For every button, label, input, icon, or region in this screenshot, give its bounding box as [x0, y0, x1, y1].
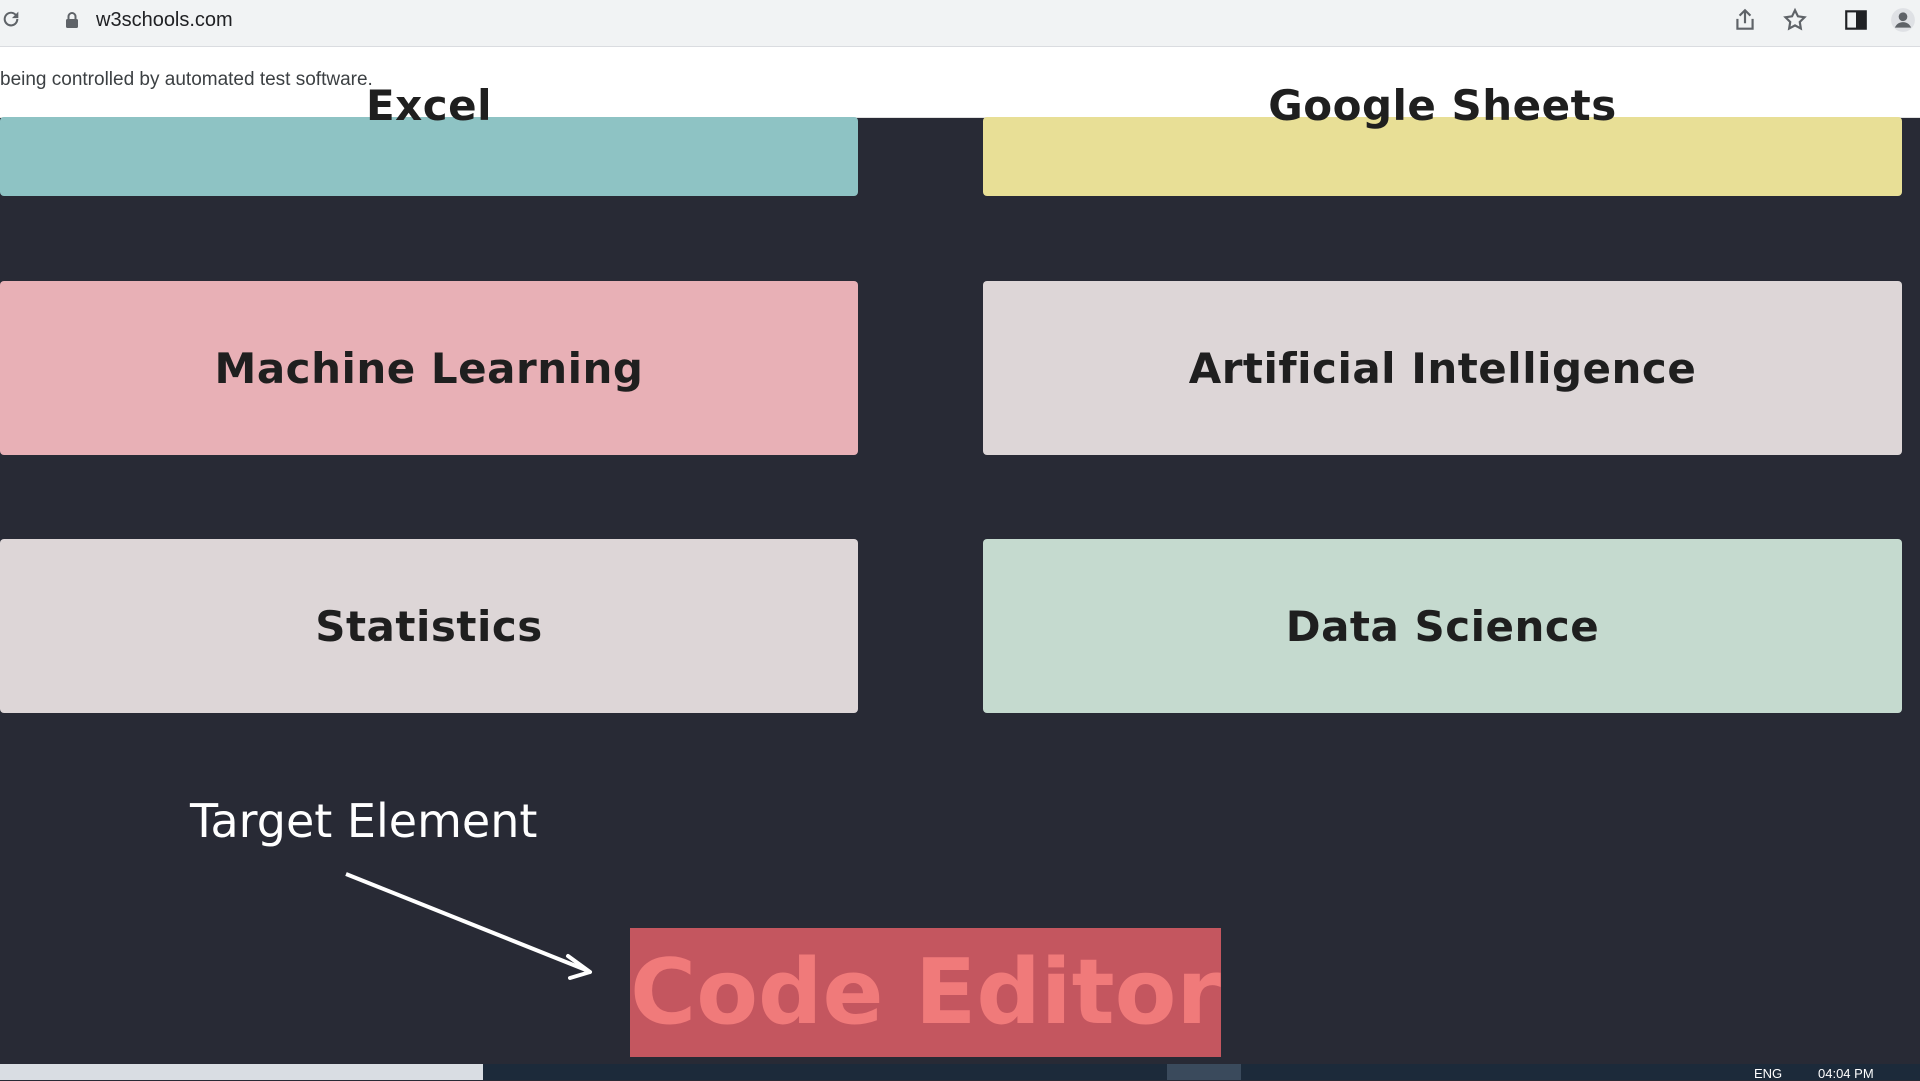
code-editor-button[interactable]: Code Editor: [630, 928, 1221, 1057]
url-text[interactable]: w3schools.com: [96, 9, 233, 32]
tile-statistics[interactable]: Statistics: [0, 539, 858, 713]
star-icon[interactable]: [1782, 7, 1808, 33]
tile-excel-label: Excel: [365, 81, 493, 130]
taskbar: ENG 04:04 PM: [0, 1064, 1920, 1081]
tile-statistics-label: Statistics: [315, 601, 543, 651]
lock-icon[interactable]: [64, 11, 80, 29]
address-bar[interactable]: w3schools.com: [44, 2, 1824, 38]
tile-google-sheets[interactable]: Google Sheets: [983, 81, 1902, 196]
tray-clock[interactable]: 04:04 PM: [1818, 1066, 1874, 1081]
code-editor-label: Code Editor: [630, 940, 1221, 1045]
tile-machine-learning-label: Machine Learning: [214, 343, 644, 393]
share-icon[interactable]: [1732, 7, 1758, 33]
tile-data-science[interactable]: Data Science: [983, 539, 1902, 713]
browser-toolbar: w3schools.com: [0, 0, 1920, 47]
automation-infobar: being controlled by automated test softw…: [0, 47, 1920, 118]
tile-artificial-intelligence[interactable]: Artificial Intelligence: [983, 281, 1902, 455]
reload-icon[interactable]: [0, 8, 22, 30]
annotation-arrow-icon: [345, 872, 592, 980]
tile-excel[interactable]: Excel: [0, 81, 858, 196]
tile-machine-learning[interactable]: Machine Learning: [0, 281, 858, 455]
taskbar-search-area[interactable]: [0, 1064, 483, 1080]
tray-language[interactable]: ENG: [1754, 1066, 1782, 1081]
annotation-label: Target Element: [190, 794, 538, 848]
profile-icon[interactable]: [1890, 7, 1916, 33]
tile-data-science-label: Data Science: [1285, 601, 1600, 651]
tile-artificial-intelligence-label: Artificial Intelligence: [1188, 343, 1697, 393]
tile-google-sheets-label: Google Sheets: [1268, 81, 1617, 130]
infobar-message: being controlled by automated test softw…: [0, 69, 373, 90]
taskbar-active-app[interactable]: [1167, 1064, 1241, 1080]
side-panel-icon[interactable]: [1843, 7, 1869, 33]
